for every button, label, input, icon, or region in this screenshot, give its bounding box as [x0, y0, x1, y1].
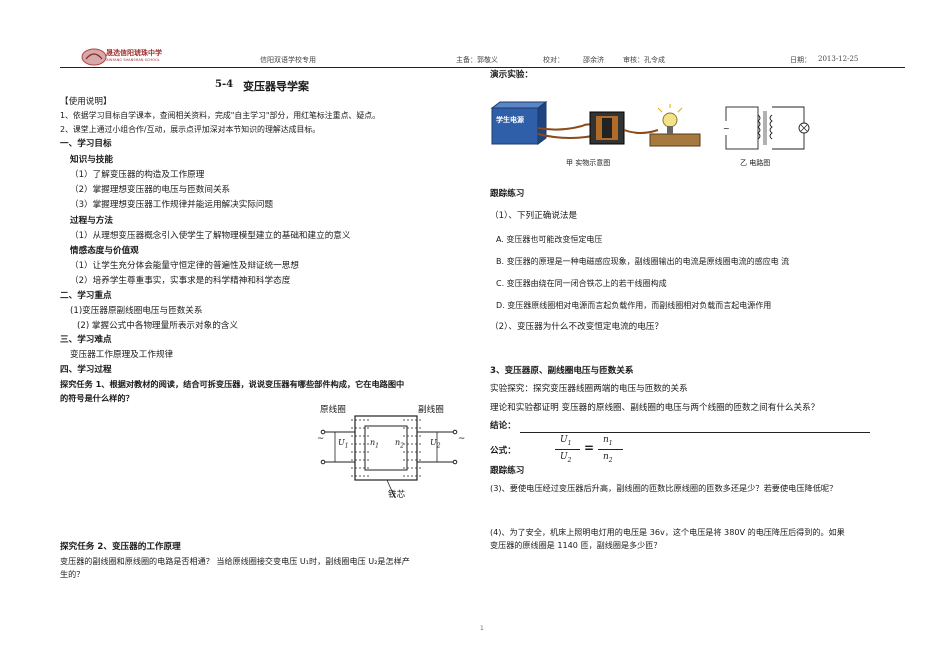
usage-item-2: 2、课堂上通过小组合作/互动，展示点评加深对本节知识的理解达成目标。	[60, 125, 321, 134]
fig-u2-sub: 2	[436, 442, 441, 450]
fig-ac-right: ~	[458, 434, 466, 444]
demo-title: 演示实验：	[490, 70, 533, 80]
title-number: 5-4	[215, 79, 234, 90]
formula-n2-sub: 2	[608, 456, 613, 464]
conclusion-label: 结论：	[490, 421, 516, 431]
question-3: (3)、要使电压经过变压器后升高，副线圈的匝数比原线圈的匝数多还是少？若要使电压…	[490, 483, 838, 493]
objective-p1: （1）从理想变压器概念引入使学生了解物理模型建立的基础和建立的意义	[70, 231, 351, 241]
task2-line2: 生的？	[60, 569, 85, 579]
page-title: 变压器导学案	[243, 80, 309, 93]
header-proofreader-name: 邵余济	[583, 56, 604, 64]
subsection-process: 过程与方法	[70, 216, 113, 226]
formula-u2-symbol: U	[560, 452, 568, 462]
focus-1: (1)变压器原副线圈电压与匝数关系	[70, 306, 203, 316]
header-date-label: 日期：	[790, 56, 811, 64]
task2-title: 探究任务 2、变压器的工作原理	[60, 542, 181, 552]
formula-u2-sub: 2	[567, 456, 572, 464]
apparatus-illustration	[490, 101, 701, 147]
objective-k3: （3）掌握理想变压器工作规律并能运用解决实际问题	[70, 200, 274, 210]
fig-n1-sub: 1	[375, 442, 379, 450]
formula-n2: n2	[603, 452, 613, 464]
header-date: 2013-12-25	[818, 55, 859, 63]
question-1: （1）、下列正确说法是	[490, 211, 578, 221]
focus-2: (2) 掌握公式中各物理量所表示对象的含义	[77, 321, 238, 331]
formula-n1: n1	[603, 435, 613, 447]
subsection-knowledge: 知识与技能	[70, 155, 113, 165]
follow-practice-2: 跟踪练习	[490, 466, 525, 476]
formula-label: 公式：	[490, 446, 516, 456]
fig-u2: U2	[430, 438, 441, 450]
option-d: D. 变压器原线圈相对电源而言起负载作用，而副线圈相对负载而言起电源作用	[496, 301, 772, 310]
fig-u1: U1	[338, 438, 349, 450]
option-a: A. 变压器也可能改变恒定电压	[496, 235, 603, 244]
formula-bar-left	[555, 449, 580, 450]
fig-u2-symbol: U	[430, 438, 437, 447]
option-b: B. 变压器的原理是一种电磁感应现象，副线圈输出的电流是原线圈电流的感应电 流	[496, 257, 790, 266]
fig-u1-sub: 1	[344, 442, 349, 450]
formula-u1-sub: 1	[567, 439, 572, 447]
section-difficulty: 三、学习难点	[60, 335, 112, 345]
formula-bar-right	[598, 449, 623, 450]
follow-practice-1: 跟踪练习	[490, 189, 525, 199]
explore-text: 实验探究：探究变压器线圈两端的电压与匝数的关系	[490, 384, 688, 394]
subsection-emotion: 情感态度与价值观	[70, 246, 139, 256]
theory-text: 理论和实验都证明 变压器的原线圈、副线圈的电压与两个线圈的匝数之间有什么关系？	[490, 403, 820, 413]
option-c: C. 变压器由绕在同一闭合铁芯上的若干线圈构成	[496, 279, 667, 288]
fig-ac-left: ~	[317, 434, 325, 444]
section-process: 四、学习过程	[60, 365, 112, 375]
section-focus: 二、学习重点	[60, 291, 112, 301]
task1-line1: 探究任务 1、根据对教材的阅读，结合可拆变压器，说说变压器有哪些部件构成，它在电…	[60, 379, 405, 389]
page-number: 1	[480, 625, 484, 632]
section-voltage-turns: 3、变压器原、副线圈电压与匝数关系	[490, 366, 634, 376]
school-name-en: XINYANG SHANSHAN SCHOOL	[106, 58, 160, 62]
question-4-line1: (4)、为了安全，机床上照明电灯用的电压是 36v，这个电压是将 380V 的电…	[490, 527, 845, 537]
question-4-line2: 变压器的原线圈是 1140 匝，副线圈是多少匝？	[490, 540, 662, 550]
formula-u1-symbol: U	[560, 435, 568, 445]
school-name: 晟选信阳琥珠中学	[106, 49, 162, 57]
formula-u2: U2	[560, 452, 571, 464]
circuit-diagram: ~	[723, 106, 810, 150]
header-banner: 信阳双语学校专用	[260, 56, 316, 64]
objective-k2: （2）掌握理想变压器的电压与匝数间关系	[70, 185, 231, 195]
fig-n2-sub: 2	[400, 442, 404, 450]
caption-circuit: 乙 电路图	[740, 159, 771, 167]
caption-apparatus: 甲 实物示意图	[566, 159, 611, 167]
usage-item-1: 1、依据学习目标自学课本，查阅相关资料，完成"自主学习"部分，用红笔标注重点、疑…	[60, 111, 381, 120]
usage-heading: 【使用说明】	[60, 97, 112, 107]
conclusion-line	[520, 432, 870, 433]
difficulty-1: 变压器工作原理及工作规律	[70, 350, 174, 360]
section-objectives: 一、学习目标	[60, 139, 112, 149]
fig-core-label: 铁芯	[388, 490, 406, 500]
power-supply-label: 学生电源	[496, 116, 524, 124]
objective-e2: （2）培养学生尊重事实，实事求是的科学精神和科学态度	[70, 276, 291, 286]
svg-text:~: ~	[723, 124, 730, 133]
fig-n2: n2	[395, 438, 404, 450]
objective-e1: （1）让学生充分体会能量守恒定律的普遍性及辩证统一思想	[70, 261, 299, 271]
question-2: （2）、变压器为什么不改变恒定电流的电压？	[490, 322, 664, 332]
formula-equals: =	[584, 441, 595, 455]
task1-line2: 的符号是什么样的？	[60, 393, 134, 403]
header-rule	[60, 67, 905, 68]
header-reviewer: 审核：孔令成	[623, 56, 665, 64]
formula-u1: U1	[560, 435, 571, 447]
fig-u1-symbol: U	[338, 438, 345, 447]
header-proofreader: 校对：	[543, 56, 564, 64]
fig-n1: n1	[370, 438, 379, 450]
header-author: 主备：郭敬义	[456, 56, 498, 64]
task2-line1: 变压器的副线圈和原线圈的电路是否相通？ 当给原线圈接交变电压 U₁时，副线圈电压…	[60, 556, 410, 566]
formula-n1-sub: 1	[608, 439, 613, 447]
objective-k1: （1）了解变压器的构造及工作原理	[70, 170, 205, 180]
